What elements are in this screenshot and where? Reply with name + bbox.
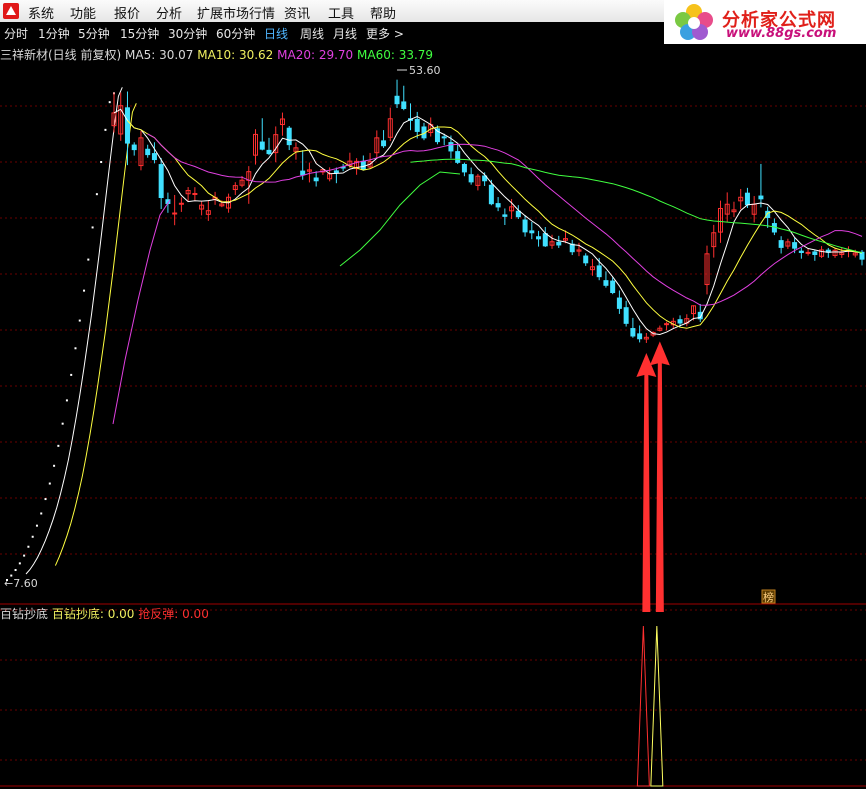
candle-body [758,195,764,200]
candle-body [637,333,643,340]
candle-body [495,203,501,208]
candle-body [313,177,319,182]
ipo-limit-bar [18,562,21,565]
ipo-limit-bar [14,569,17,572]
ipo-limit-bar [74,347,77,350]
signal-arrow-icon [636,352,657,612]
candle-body [798,250,804,253]
ipo-limit-bar [91,226,94,229]
signal-arrow-icon [649,341,670,612]
high-price-label: 53.60 [409,64,441,77]
candle-body [805,251,811,254]
ipo-limit-bar [57,444,60,447]
ma20-ipo-line [112,199,171,425]
candle-body [569,243,575,253]
ma60-ipo-line [339,171,461,267]
candle-body [468,174,474,183]
kline-chart[interactable]: 53.60 ←7.60 榜 [0,0,866,789]
candle-body [744,192,750,206]
candle-body [441,136,447,139]
candle-body [583,255,589,264]
ipo-limit-bar [44,498,47,501]
low-price-label: ←7.60 [4,577,38,590]
ipo-limit-bar [108,101,111,104]
candle-body [792,242,798,249]
candle-body [677,319,683,324]
ipo-limit-bar [61,422,64,425]
ipo-limit-bar [23,554,26,557]
ipo-limit-bar [70,373,73,376]
ipo-limit-bar [35,524,38,527]
candle-body [286,127,292,146]
candle-body [414,118,420,132]
candle-body [172,212,178,215]
ma10-ipo-line [54,103,137,566]
candle-body [630,328,636,337]
candle-body [158,164,164,198]
candle-body [502,214,508,217]
candle-body [778,240,784,248]
candle-body [542,233,548,247]
ipo-limit-bar [31,535,34,538]
ipo-limit-bar [104,128,107,131]
candle-body [623,307,629,324]
candle-body [522,219,528,233]
ipo-limit-bar [53,464,56,467]
candle-body [333,170,339,174]
candle-body [300,170,306,176]
candle-body [603,280,609,286]
indicator-signal-spike [636,625,650,787]
ma5-ipo-line [25,87,123,575]
candle-body [488,184,494,205]
candle-body [448,142,454,152]
ipo-limit-bar [40,512,43,515]
candle-body [515,210,521,218]
candle-body [616,297,622,309]
ipo-limit-bar [95,193,98,196]
candle-body [664,323,670,326]
candle-body [812,251,818,255]
candle-body [145,148,151,156]
candle-body [529,230,535,234]
rank-badge: 榜 [763,590,774,604]
candle-body [455,151,461,163]
candle-body [394,95,400,105]
candle-body [131,144,137,151]
candle-body [536,236,542,240]
ipo-limit-bar [83,289,86,292]
ipo-limit-bar [65,399,68,402]
candle-body [124,107,130,144]
candle-body [266,149,272,155]
candle-body [178,202,184,205]
candle-body [556,241,562,246]
candle-body [461,163,467,173]
candle-body [360,160,366,170]
ipo-limit-bar [48,482,51,485]
candle-body [596,265,602,278]
candle-body [610,280,616,294]
candle-body [192,193,198,196]
ipo-limit-bar [78,319,81,322]
ma5-line [113,108,863,336]
indicator-signal-spike [650,625,664,787]
candle-body [401,101,407,109]
ipo-limit-bar [27,545,30,548]
candle-body [151,153,157,161]
ipo-limit-bar [100,161,103,164]
candle-body [259,141,265,150]
candle-body [381,140,387,147]
ipo-limit-bar [87,258,90,261]
